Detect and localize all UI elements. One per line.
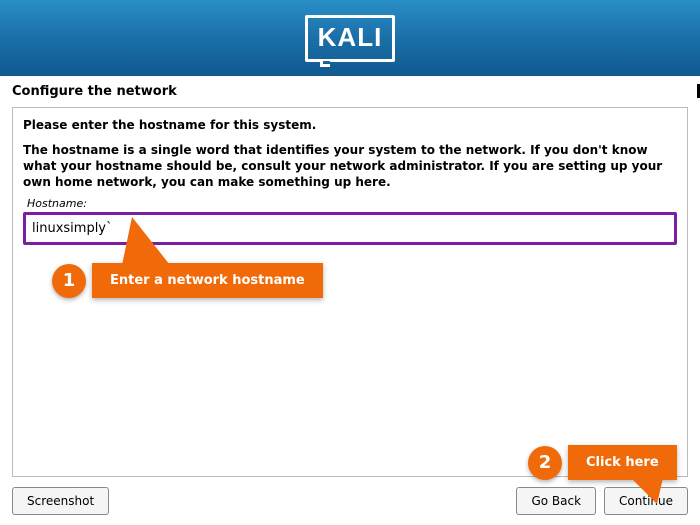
installer-header: KALI	[0, 0, 700, 76]
screenshot-button[interactable]: Screenshot	[12, 487, 109, 515]
annotation-badge-1: 1	[52, 264, 86, 298]
instruction-primary: Please enter the hostname for this syste…	[23, 118, 677, 132]
instruction-secondary: The hostname is a single word that ident…	[23, 142, 677, 191]
footer-bar: Screenshot Go Back Continue	[0, 477, 700, 525]
annotation-step1-label: Enter a network hostname	[110, 273, 305, 288]
annotation-pointer-icon	[122, 217, 170, 265]
go-back-button[interactable]: Go Back	[516, 487, 596, 515]
logo-tail-icon	[320, 61, 330, 67]
annotation-badge-2: 2	[528, 446, 562, 480]
kali-logo: KALI	[305, 15, 396, 62]
page-title: Configure the network	[0, 76, 700, 103]
annotation-step2-label: Click here	[586, 455, 659, 470]
annotation-text-1: Enter a network hostname	[92, 263, 323, 298]
kali-logo-text: KALI	[318, 22, 383, 52]
annotation-pointer-icon	[631, 478, 663, 504]
annotation-step-2: 2 Click here	[528, 445, 677, 480]
annotation-step-1: 1 Enter a network hostname	[52, 263, 323, 298]
hostname-label: Hostname:	[27, 197, 677, 210]
annotation-text-2: Click here	[568, 445, 677, 480]
